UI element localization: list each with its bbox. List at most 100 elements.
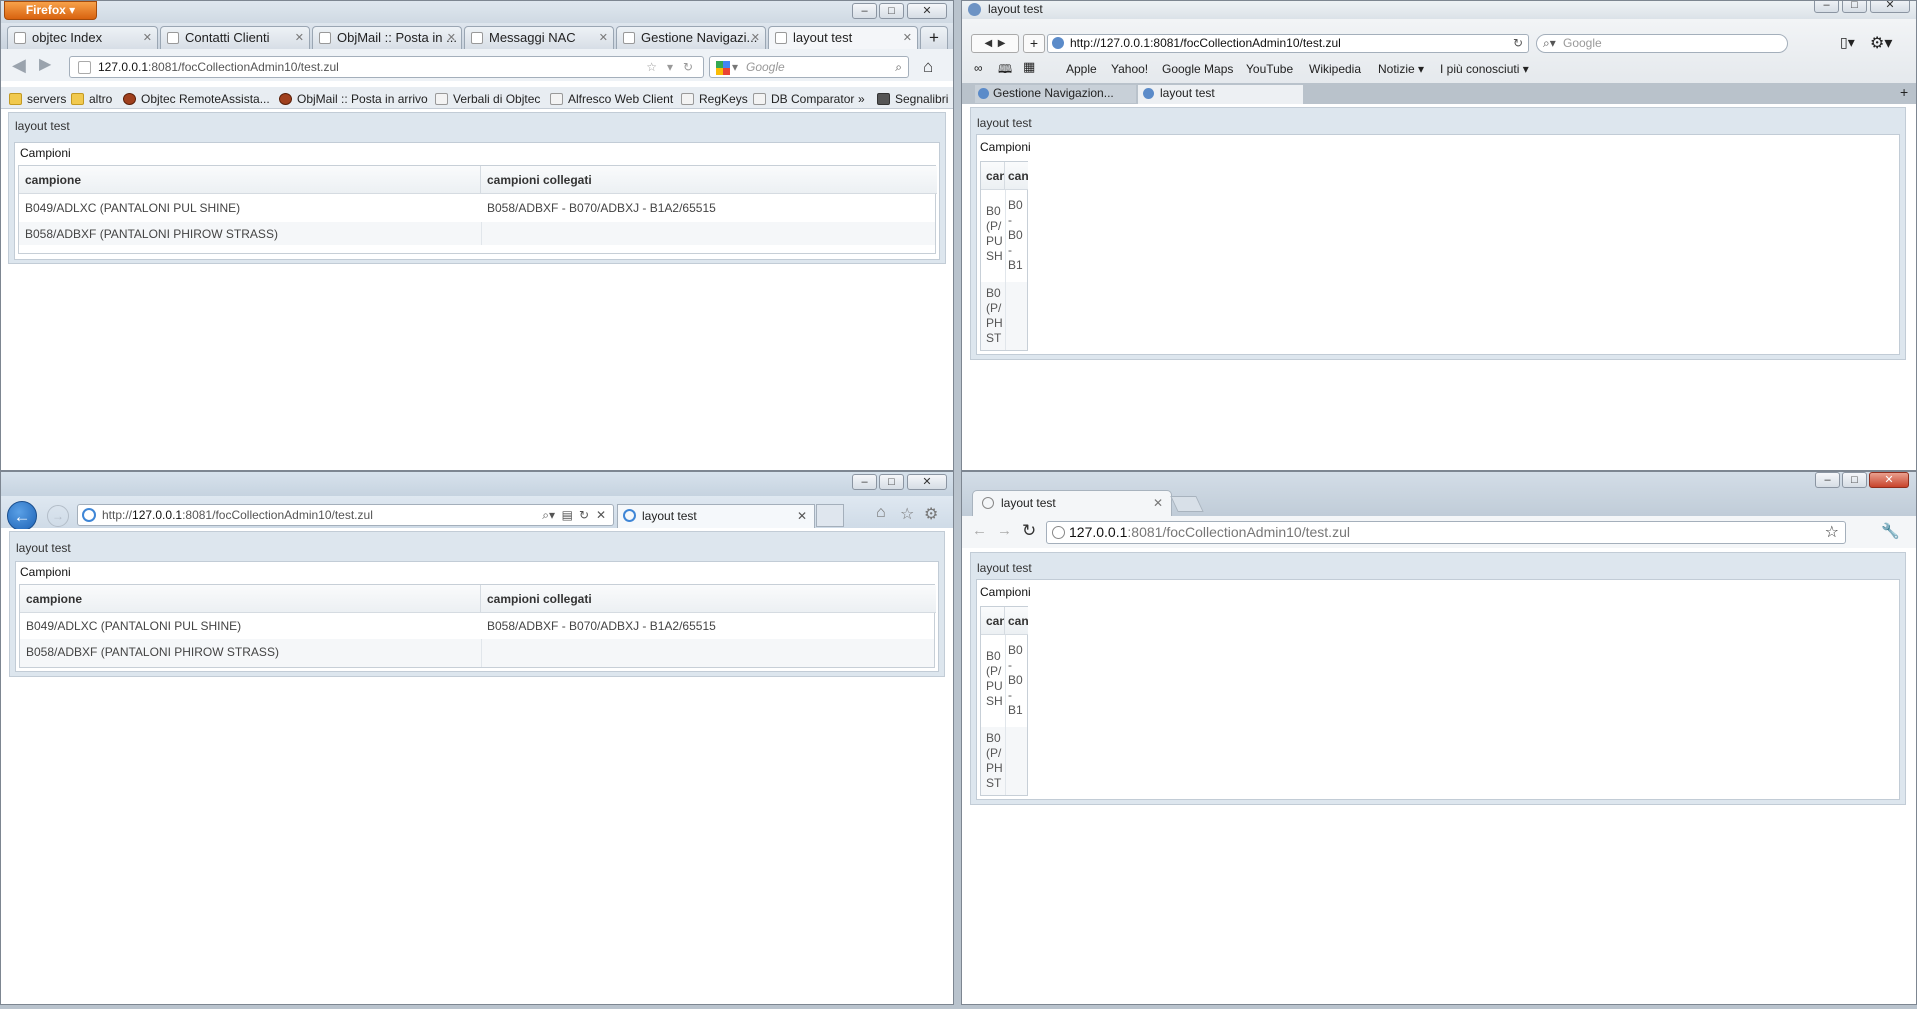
bookmark-verbali[interactable]: Verbali di Objtec [435, 90, 540, 108]
new-tab-button[interactable] [816, 504, 844, 527]
maximize-button[interactable]: □ [879, 474, 904, 490]
address-bar[interactable]: 127.0.0.1:8081/focCollectionAdmin10/test… [1046, 521, 1846, 544]
favorites-star-icon[interactable]: ☆ [900, 504, 914, 524]
close-tab-icon[interactable]: ✕ [751, 27, 760, 49]
compat-view-icon[interactable]: ▤ [562, 505, 573, 525]
close-button[interactable]: ✕ [907, 474, 947, 490]
firefox-menu-button[interactable]: Firefox ▾ [4, 1, 97, 20]
close-tab-icon[interactable]: ✕ [295, 27, 304, 49]
tab-objmail[interactable]: ObjMail :: Posta in ... ✕ [312, 26, 462, 49]
bookmark-segnalibri[interactable]: Segnalibri [877, 90, 948, 108]
tab-layout-test[interactable]: layout test ✕ [617, 504, 815, 528]
stop-icon[interactable]: ✕ [596, 505, 606, 525]
tab-objtec-index[interactable]: objtec Index ✕ [7, 26, 158, 49]
close-tab-icon[interactable]: ✕ [599, 27, 608, 49]
minimize-button[interactable]: – [1814, 1, 1839, 13]
search-input[interactable]: ⌕▾ Google [1536, 34, 1788, 53]
bookmark-label: ObjMail :: Posta in arrivo [297, 92, 428, 106]
maximize-button[interactable]: □ [879, 3, 904, 19]
bookmark-apple[interactable]: Apple [1066, 60, 1097, 78]
search-input[interactable]: ▾ Google ⌕ [709, 56, 909, 78]
column-header-collegati[interactable]: can [1005, 607, 1028, 635]
reload-icon[interactable]: ↻ [1513, 35, 1523, 52]
column-header-campione[interactable]: campione [19, 166, 481, 194]
tab-gestione-navigazione[interactable]: Gestione Navigazion... [975, 85, 1136, 103]
tab-gestione-navigazione[interactable]: Gestione Navigazi... ✕ [616, 26, 766, 49]
back-icon[interactable]: ← [972, 522, 987, 539]
bookmark-star-icon[interactable]: ☆ [646, 57, 657, 77]
bookmark-youtube[interactable]: YouTube [1246, 60, 1293, 78]
tools-gear-icon[interactable]: ⚙ [924, 504, 938, 524]
maximize-button[interactable]: □ [1842, 472, 1867, 488]
minimize-button[interactable]: – [852, 3, 877, 19]
column-header-collegati[interactable]: campioni collegati [481, 585, 936, 613]
column-header-collegati[interactable]: can [1005, 162, 1028, 190]
column-header-campione[interactable]: can [981, 607, 1005, 635]
wrench-icon[interactable]: 🔧 [1881, 522, 1900, 540]
close-tab-icon[interactable]: ✕ [143, 27, 152, 49]
tab-layout-test[interactable]: layout test [1138, 85, 1303, 104]
bookmark-wikipedia[interactable]: Wikipedia [1309, 60, 1361, 78]
tab-contatti-clienti[interactable]: Contatti Clienti ✕ [160, 26, 310, 49]
bookmark-altro[interactable]: altro [71, 90, 112, 108]
address-bar[interactable]: 127.0.0.1:8081/focCollectionAdmin10/test… [69, 56, 704, 78]
page-menu-icon[interactable]: ▯▾ [1840, 34, 1855, 51]
bookmark-servers[interactable]: servers [9, 90, 66, 108]
back-icon[interactable]: ◀ [12, 56, 26, 74]
close-tab-icon[interactable]: ✕ [1153, 491, 1163, 515]
bookmark-dbcomparator[interactable]: DB Comparator [753, 90, 854, 108]
back-icon[interactable]: ← [7, 501, 37, 531]
tab-label: Messaggi NAC [489, 30, 576, 45]
close-tab-icon[interactable]: ✕ [903, 27, 912, 49]
forward-icon[interactable]: → [47, 505, 69, 527]
maximize-button[interactable]: □ [1842, 1, 1867, 13]
home-icon[interactable]: ⌂ [876, 504, 886, 522]
bookmark-yahoo[interactable]: Yahoo! [1111, 60, 1148, 78]
folder-icon [71, 93, 84, 105]
new-tab-button[interactable]: + [1900, 84, 1908, 100]
home-icon[interactable]: ⌂ [923, 57, 933, 77]
bookmarks-overflow[interactable]: » [858, 90, 865, 108]
tab-layout-test[interactable]: layout test ✕ [768, 26, 918, 49]
book-icon[interactable]: 🕮 [998, 60, 1012, 81]
column-header-campione[interactable]: can [981, 162, 1005, 190]
back-icon[interactable]: ◀ [985, 38, 993, 49]
address-bar[interactable]: http://127.0.0.1:8081/focCollectionAdmin… [77, 504, 614, 526]
bookmark-google-maps[interactable]: Google Maps [1162, 60, 1233, 78]
minimize-button[interactable]: – [1815, 472, 1840, 488]
close-tab-icon[interactable]: ✕ [447, 27, 456, 49]
address-bar[interactable]: http://127.0.0.1:8081/focCollectionAdmin… [1047, 34, 1529, 53]
settings-gear-icon[interactable]: ⚙▾ [1870, 33, 1892, 53]
new-tab-button[interactable]: + [920, 26, 948, 49]
tab-layout-test[interactable]: layout test ✕ [972, 490, 1172, 516]
tab-messaggi-nac[interactable]: Messaggi NAC ✕ [464, 26, 614, 49]
grid-icon[interactable]: ▦ [1023, 59, 1035, 75]
reload-icon[interactable]: ↻ [1022, 521, 1036, 541]
column-header-campione[interactable]: campione [20, 585, 481, 613]
minimize-button[interactable]: – [852, 474, 877, 490]
search-icon[interactable]: ⌕ [895, 57, 902, 77]
bookmark-remoteassista[interactable]: Objtec RemoteAssista... [123, 90, 270, 108]
bookmark-alfresco[interactable]: Alfresco Web Client [550, 90, 673, 108]
add-bookmark-button[interactable]: + [1023, 34, 1045, 53]
dropdown-icon[interactable]: ▾ [667, 57, 673, 77]
forward-icon[interactable]: → [997, 522, 1012, 539]
engine-dropdown-icon[interactable]: ▾ [732, 57, 738, 77]
bookmark-notizie[interactable]: Notizie ▾ [1378, 60, 1424, 78]
forward-icon[interactable]: ▶ [998, 38, 1006, 49]
close-button[interactable]: ✕ [907, 3, 947, 19]
close-tab-icon[interactable]: ✕ [797, 505, 807, 527]
bookmark-regkeys[interactable]: RegKeys [681, 90, 748, 108]
close-button[interactable]: ✕ [1869, 472, 1909, 488]
bookmark-star-icon[interactable]: ☆ [1825, 522, 1839, 543]
column-header-collegati[interactable]: campioni collegati [481, 166, 937, 194]
close-button[interactable]: ✕ [1870, 1, 1910, 13]
reading-glasses-icon[interactable]: ∞ [974, 61, 983, 75]
back-forward-buttons[interactable]: ◀ ▶ [971, 34, 1019, 53]
bookmark-piu-conosciuti[interactable]: I più conosciuti ▾ [1440, 60, 1529, 78]
reload-icon[interactable]: ↻ [683, 57, 693, 77]
forward-icon[interactable]: ▶ [39, 57, 51, 73]
bookmark-objmail[interactable]: ObjMail :: Posta in arrivo [279, 90, 428, 108]
refresh-icon[interactable]: ↻ [579, 505, 589, 525]
search-icon[interactable]: ⌕▾ [542, 505, 555, 525]
